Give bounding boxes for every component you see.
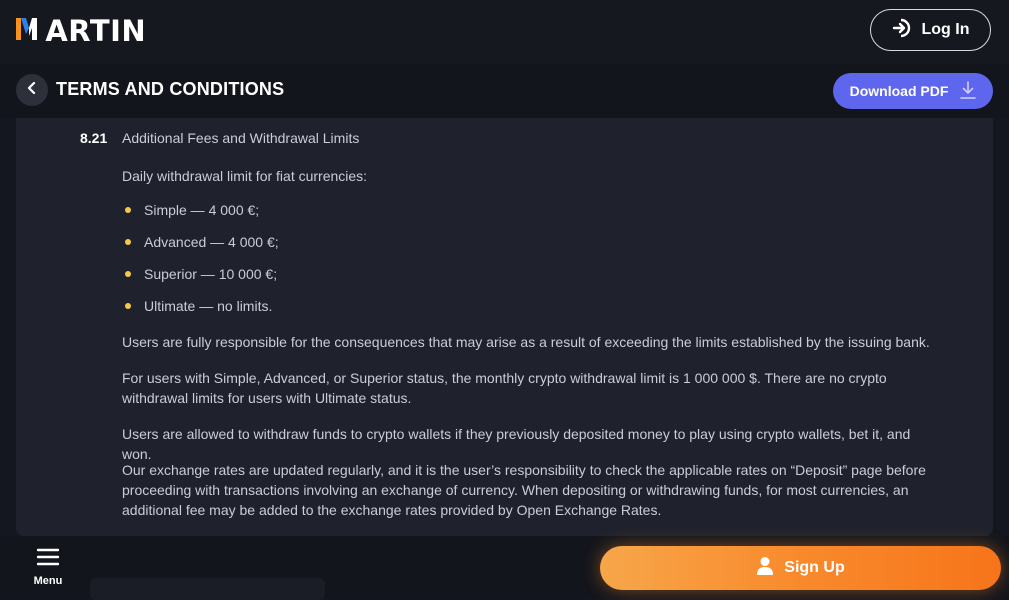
download-pdf-button[interactable]: Download PDF bbox=[833, 73, 993, 109]
section-title: Additional Fees and Withdrawal Limits bbox=[122, 130, 360, 146]
limit-item: Superior — 10 000 €; bbox=[122, 266, 277, 282]
martin-logo[interactable]: M ARTIN bbox=[16, 14, 146, 48]
user-icon bbox=[756, 556, 774, 581]
paragraph: Users are fully responsible for the cons… bbox=[122, 334, 930, 350]
menu-icon bbox=[36, 548, 60, 571]
limit-text: Simple — 4 000 €; bbox=[144, 202, 260, 218]
download-icon bbox=[960, 80, 977, 102]
login-icon bbox=[892, 18, 912, 43]
top-header bbox=[0, 0, 1009, 64]
login-label: Log In bbox=[921, 21, 970, 38]
logo-m-icon: M bbox=[16, 14, 45, 48]
bullet-dot bbox=[125, 271, 131, 277]
bullet-dot bbox=[125, 239, 131, 245]
sign-up-button[interactable]: Sign Up bbox=[600, 546, 1001, 590]
page-title: TERMS AND CONDITIONS bbox=[56, 79, 285, 99]
paragraph: Our exchange rates are updated regularly… bbox=[122, 462, 926, 518]
sign-up-label: Sign Up bbox=[784, 559, 845, 576]
limit-item: Ultimate — no limits. bbox=[122, 298, 272, 314]
back-button[interactable] bbox=[16, 74, 48, 106]
bullet-dot bbox=[125, 207, 131, 213]
chevron-left-icon bbox=[26, 81, 38, 99]
bullet-dot bbox=[125, 303, 131, 309]
blurred-placeholder bbox=[90, 578, 325, 600]
paragraph: Users are allowed to withdraw funds to c… bbox=[122, 426, 911, 462]
paragraph: For users with Simple, Advanced, or Supe… bbox=[122, 370, 887, 406]
limits-intro: Daily withdrawal limit for fiat currenci… bbox=[122, 168, 368, 184]
login-button[interactable]: Log In bbox=[870, 9, 991, 51]
section-number: 8.21 bbox=[80, 130, 108, 146]
limit-text: Superior — 10 000 €; bbox=[144, 266, 278, 282]
limit-item: Advanced — 4 000 €; bbox=[122, 234, 279, 250]
logo-text: ARTIN bbox=[45, 14, 147, 48]
limit-text: Ultimate — no limits. bbox=[144, 298, 273, 314]
download-pdf-label: Download PDF bbox=[849, 83, 949, 99]
limit-item: Simple — 4 000 €; bbox=[122, 202, 259, 218]
menu-button[interactable]: Menu bbox=[24, 548, 72, 590]
menu-label: Menu bbox=[33, 575, 63, 587]
limit-text: Advanced — 4 000 €; bbox=[144, 234, 279, 250]
